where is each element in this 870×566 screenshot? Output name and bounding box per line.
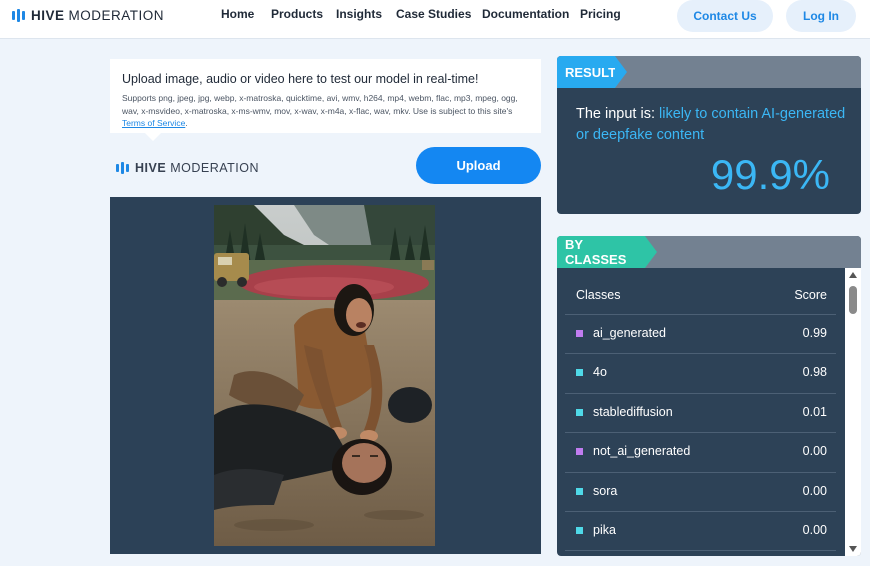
top-navbar: HIVE MODERATION Home Products Insights C… [0, 0, 870, 39]
nav-link-documentation[interactable]: Documentation [482, 7, 569, 21]
class-score: 0.98 [802, 365, 827, 380]
class-score: 0.00 [802, 444, 827, 459]
class-name: stablediffusion [593, 404, 673, 419]
table-row: not_ai_generated 0.00 [565, 433, 836, 473]
scrollbar-thumb[interactable] [849, 286, 857, 314]
hive-moderation-logo: HIVE MODERATION [116, 161, 259, 175]
classes-table-body: ai_generated 0.99 4o 0.98 stablediffusion 0.0… [565, 315, 836, 552]
terms-of-service-link[interactable]: Terms of Service [122, 118, 185, 128]
by-classes-card: BY CLASSES Classes Score ai_generated 0.9… [557, 236, 861, 556]
terms-suffix: . [185, 118, 188, 128]
uploaded-photo [214, 205, 435, 546]
table-row: pika 0.00 [565, 512, 836, 552]
result-card: RESULT The input is: likely to contain A… [557, 56, 861, 214]
logo-word-hive: HIVE [135, 161, 167, 175]
verdict-prefix: The input is: [576, 106, 660, 122]
nav-link-case-studies[interactable]: Case Studies [396, 7, 471, 21]
class-score: 0.00 [802, 483, 827, 498]
hive-logo-icon [116, 162, 129, 174]
result-score: 99.9% [710, 151, 830, 198]
column-header-score: Score [794, 288, 827, 302]
logo-word-moderation: MODERATION [68, 8, 165, 23]
result-verdict: The input is: likely to contain AI-gener… [576, 104, 846, 146]
class-color-swatch [576, 448, 583, 456]
log-in-button[interactable]: Log In [786, 0, 856, 32]
logo-word-hive: HIVE [31, 8, 65, 23]
class-name: 4o [593, 365, 607, 380]
table-row: 4o 0.98 [565, 354, 836, 394]
table-row: stablediffusion 0.01 [565, 394, 836, 434]
scroll-up-arrow-icon[interactable] [849, 272, 857, 278]
nav-link-insights[interactable]: Insights [336, 7, 382, 21]
classes-scrollbar[interactable] [845, 268, 861, 556]
class-color-swatch [576, 408, 583, 416]
upload-button[interactable]: Upload [416, 147, 541, 184]
class-name: not_ai_generated [593, 444, 691, 459]
nav-link-home[interactable]: Home [221, 7, 254, 21]
scroll-down-arrow-icon[interactable] [849, 546, 857, 552]
table-row: sora 0.00 [565, 473, 836, 512]
upload-info-card: Upload image, audio or video here to tes… [110, 59, 541, 133]
column-header-classes: Classes [576, 288, 621, 302]
classes-table-header: Classes Score [565, 276, 836, 315]
result-header: RESULT [557, 56, 861, 88]
class-score: 0.01 [802, 404, 827, 419]
class-color-swatch [576, 526, 583, 534]
nav-link-products[interactable]: Products [271, 7, 323, 21]
class-color-swatch [576, 330, 583, 337]
class-color-swatch [576, 487, 583, 495]
hive-logo-icon [12, 9, 25, 22]
class-score: 0.00 [802, 522, 827, 537]
table-row: ai_generated 0.99 [565, 315, 836, 355]
hive-logo[interactable]: HIVE MODERATION [12, 8, 164, 23]
by-classes-tag: BY CLASSES [557, 236, 657, 268]
supported-formats-text: Supports png, jpeg, jpg, webp, x-matrosk… [122, 93, 518, 116]
class-name: ai_generated [593, 326, 666, 340]
logo-word-moderation: MODERATION [170, 161, 259, 175]
class-name: sora [593, 483, 618, 498]
info-card-pointer [145, 133, 161, 141]
supported-formats: Supports png, jpeg, jpg, webp, x-matrosk… [122, 92, 529, 130]
nav-link-pricing[interactable]: Pricing [580, 7, 621, 21]
class-color-swatch [576, 369, 583, 377]
class-score: 0.99 [802, 326, 827, 340]
uploaded-image-panel [110, 197, 541, 554]
result-tag: RESULT [557, 56, 627, 88]
class-name: pika [593, 522, 616, 537]
classes-header: BY CLASSES [557, 236, 861, 268]
upload-title: Upload image, audio or video here to tes… [122, 72, 479, 86]
contact-us-button[interactable]: Contact Us [677, 0, 773, 32]
